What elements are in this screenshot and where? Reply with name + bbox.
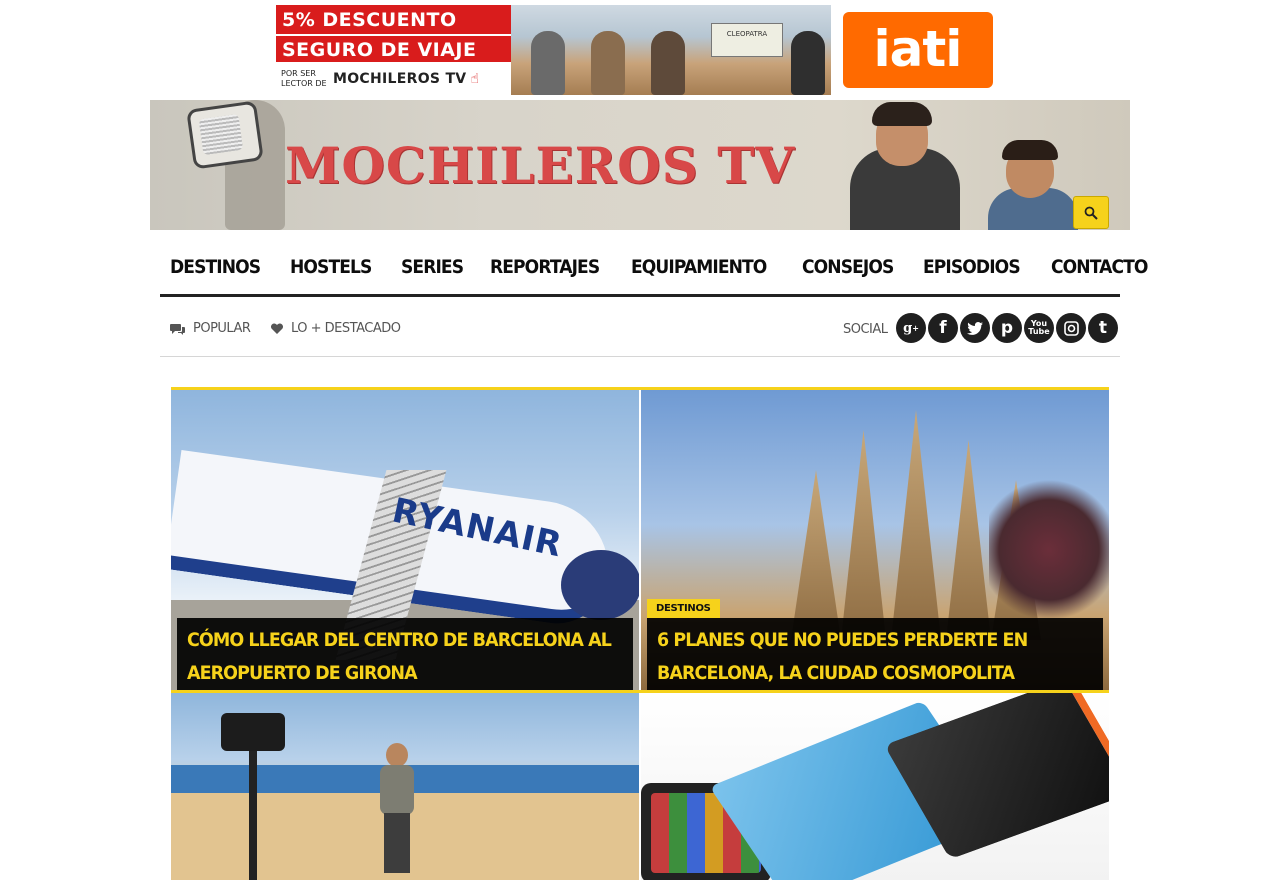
ad-person [531, 31, 565, 95]
pinterest-icon[interactable]: p [992, 313, 1022, 343]
article-title[interactable]: CÓMO LLEGAR DEL CENTRO DE BARCELONA AL A… [187, 624, 612, 690]
nav-item-contacto[interactable]: CONTACTO [1051, 256, 1148, 278]
popular-label: POPULAR [193, 321, 251, 336]
popular-link[interactable]: POPULAR [170, 321, 251, 336]
thumbs-up-icon: ☝ [470, 70, 479, 87]
nav-item-episodios[interactable]: EPISODIOS [923, 256, 1021, 278]
site-header: MOCHILEROS TV [150, 100, 1130, 230]
article-card-girona-airport[interactable]: RYANAIR CÓMO LLEGAR DEL CENTRO DE BARCEL… [171, 390, 639, 690]
traveler-image [376, 743, 416, 873]
ad-insurance-text: SEGURO DE VIAJE [276, 34, 511, 62]
nav-item-destinos[interactable]: DESTINOS [170, 256, 261, 278]
ad-photo: CLEOPATRA [511, 5, 831, 95]
ad-person [791, 31, 825, 95]
ad-discount-text: 5% DESCUENTO [276, 5, 511, 34]
search-button[interactable] [1073, 196, 1109, 229]
camera-tripod-image [221, 713, 291, 880]
header-person-left [830, 100, 1000, 230]
article-caption: CÓMO LLEGAR DEL CENTRO DE BARCELONA AL A… [177, 618, 633, 690]
nav-item-consejos[interactable]: CONSEJOS [802, 256, 894, 278]
category-badge[interactable]: DESTINOS [647, 599, 720, 618]
ad-partner-logo-block: iati [831, 5, 1004, 95]
secondary-bar: POPULAR LO + DESTACADO SOCIAL g + f p You… [160, 300, 1120, 357]
ad-person [591, 31, 625, 95]
ad-small-text: POR SER LECTOR DE [281, 68, 327, 88]
tv-icon [186, 100, 264, 170]
youtube-icon[interactable]: You Tube [1024, 313, 1054, 343]
social-icons: g + f p You Tube t [896, 313, 1120, 343]
heart-icon [270, 322, 284, 334]
nav-item-series[interactable]: SERIES [401, 256, 464, 278]
chat-bubbles-icon [170, 323, 185, 335]
article-card-powerbank[interactable] [641, 693, 1109, 880]
facebook-icon[interactable]: f [928, 313, 958, 343]
nav-item-equipamiento[interactable]: EQUIPAMIENTO [631, 256, 767, 278]
iati-logo: iati [842, 12, 993, 88]
social-label: SOCIAL [843, 322, 888, 337]
ad-bottom-row: POR SER LECTOR DE MOCHILEROS TV ☝ [276, 62, 511, 95]
nav-item-hostels[interactable]: HOSTELS [290, 256, 372, 278]
airplane-engine [561, 550, 639, 620]
article-card-barcelona-plans[interactable]: DESTINOS 6 PLANES QUE NO PUEDES PERDERTE… [641, 390, 1109, 690]
featured-link[interactable]: LO + DESTACADO [270, 321, 401, 336]
ad-brand-text: MOCHILEROS TV [333, 70, 467, 87]
nav-item-reportajes[interactable]: REPORTAJES [490, 256, 600, 278]
google-plus-icon[interactable]: g + [896, 313, 926, 343]
article-card-beach[interactable] [171, 693, 639, 880]
instagram-icon[interactable] [1056, 313, 1086, 343]
article-title[interactable]: 6 PLANES QUE NO PUEDES PERDERTE EN BARCE… [657, 624, 1082, 690]
ad-road-sign: CLEOPATRA [711, 23, 783, 57]
twitter-icon[interactable] [960, 313, 990, 343]
ad-text-block: 5% DESCUENTO SEGURO DE VIAJE POR SER LEC… [276, 5, 511, 95]
featured-label: LO + DESTACADO [291, 321, 401, 336]
search-icon [1084, 206, 1098, 220]
ad-person [651, 31, 685, 95]
tree-image [989, 470, 1109, 630]
main-navigation: DESTINOS HOSTELS SERIES REPORTAJES EQUIP… [160, 240, 1148, 297]
tumblr-icon[interactable]: t [1088, 313, 1118, 343]
site-logo[interactable]: MOCHILEROS TV [285, 136, 795, 195]
article-caption: 6 PLANES QUE NO PUEDES PERDERTE EN BARCE… [647, 618, 1103, 690]
travel-insurance-ad-banner[interactable]: 5% DESCUENTO SEGURO DE VIAJE POR SER LEC… [276, 5, 1004, 95]
